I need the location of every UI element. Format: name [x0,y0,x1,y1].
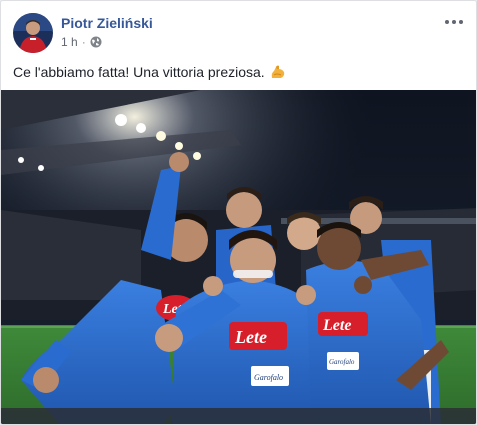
secondary-sponsor-text: Garofalo [254,373,283,382]
post-meta: 1 h · [61,35,102,49]
dot-icon [459,20,463,24]
dot-icon [452,20,456,24]
flexed-biceps-icon [269,63,287,81]
sponsor-text: Lete [322,317,351,334]
author-avatar[interactable] [13,13,53,53]
post-timestamp[interactable]: 1 h [61,35,78,49]
sponsor-text: Lete [234,327,267,347]
post-photo[interactable]: Lete Lete Garofalo Lete Garofalo [1,90,476,424]
dot-icon [445,20,449,24]
author-name[interactable]: Piotr Zieliński [61,15,153,31]
post-message: Ce l'abbiamo fatta! Una vittoria prezios… [13,63,463,81]
feed-post: Piotr Zieliński 1 h · Ce l'abbiamo fatta… [0,0,477,425]
post-header: Piotr Zieliński 1 h · [13,11,468,55]
globe-icon[interactable] [90,36,102,48]
more-options-icon[interactable] [442,13,466,31]
meta-separator: · [81,35,86,49]
secondary-sponsor-text: Garofalo [329,358,355,366]
post-message-text: Ce l'abbiamo fatta! Una vittoria prezios… [13,64,265,80]
